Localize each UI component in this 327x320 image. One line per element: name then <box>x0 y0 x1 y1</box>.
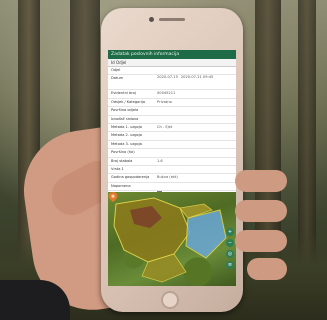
field-value: Bukva (ekt) <box>157 175 178 180</box>
front-camera <box>149 17 154 22</box>
form-row[interactable]: Napomena <box>108 183 236 192</box>
selected-parcel[interactable] <box>185 209 227 259</box>
form-row[interactable]: Izvođač radova <box>108 116 236 124</box>
field-value: Ch - Ejet <box>157 124 173 129</box>
field-value <box>157 149 236 156</box>
zoom-out-icon[interactable]: − <box>226 239 234 247</box>
form-row[interactable]: Površina (ha) <box>108 149 236 158</box>
form-row[interactable]: Metoda 2. uzgoja <box>108 132 236 141</box>
field-value: 1.6 <box>157 158 163 163</box>
field-value <box>157 132 236 139</box>
location-pin-icon[interactable] <box>108 192 118 202</box>
map-parcels <box>113 197 227 283</box>
finger <box>235 230 287 252</box>
form-body: Odjel Datum 2020-07-15 2020-07-21 09:45 E… <box>108 67 236 200</box>
field-label: Evidentni broj <box>111 91 136 96</box>
field-label: Metoda 2. uzgoja <box>111 133 142 138</box>
field-label: Napomena <box>111 183 131 188</box>
form-row[interactable]: Broj stabala 1.6 <box>108 158 236 166</box>
field-value <box>157 67 236 74</box>
field-label: Površina (ha) <box>111 150 135 155</box>
app-title-bar: Zadatak poslovnih informacija <box>108 50 236 59</box>
phone-screen: Zadatak poslovnih informacija Id Odjel O… <box>108 50 236 286</box>
smartphone: Zadatak poslovnih informacija Id Odjel O… <box>101 8 243 312</box>
field-value <box>157 183 236 190</box>
field-value <box>157 166 236 173</box>
field-value: 00045211 <box>157 91 176 96</box>
form-subheader: Id Odjel <box>108 59 236 67</box>
map-view[interactable]: + − ◎ ≡ <box>108 192 236 286</box>
field-value <box>157 107 236 114</box>
field-value <box>157 116 236 123</box>
field-value: Privatno <box>157 99 172 104</box>
form-row[interactable]: Metoda 1. uzgoja Ch - Ejet <box>108 124 236 133</box>
field-label: Vrsta 1 <box>111 166 124 171</box>
field-label: Metoda 1. uzgoja <box>111 124 142 129</box>
form-row[interactable]: Datum 2020-07-15 2020-07-21 09:45 <box>108 75 236 91</box>
zoom-in-icon[interactable]: + <box>226 228 234 236</box>
earpiece-speaker <box>159 18 185 21</box>
field-label: Odjel <box>111 68 121 72</box>
form-row[interactable]: Godina gospodarenja Bukva (ekt) <box>108 174 236 183</box>
form-row[interactable]: Površina odjela <box>108 107 236 116</box>
form-row[interactable]: Odjel <box>108 67 236 76</box>
form-row[interactable]: Metoda 3. uzgoja <box>108 141 236 150</box>
locate-me-icon[interactable]: ◎ <box>226 250 234 258</box>
field-label: Izvođač radova <box>111 116 139 121</box>
field-label: Metoda 3. uzgoja <box>111 141 142 146</box>
form-row[interactable]: Vrsta 1 <box>108 166 236 175</box>
field-label: Površina odjela <box>111 108 139 113</box>
field-label: Datum <box>111 76 124 81</box>
finger <box>235 200 287 222</box>
finger <box>247 258 287 280</box>
field-value <box>157 141 236 148</box>
form-row[interactable]: Evidentni broj 00045211 <box>108 90 236 99</box>
home-button[interactable] <box>161 291 179 309</box>
field-value: 2020-07-15 2020-07-21 09:45 <box>157 75 214 80</box>
form-row[interactable]: Odsjek / Kategorija Privatno <box>108 99 236 108</box>
finger <box>235 170 287 192</box>
layers-icon[interactable]: ≡ <box>226 261 234 269</box>
field-label: Godina gospodarenja <box>111 175 150 180</box>
field-label: Odsjek / Kategorija <box>111 99 146 104</box>
photo-scene: Zadatak poslovnih informacija Id Odjel O… <box>0 0 327 320</box>
field-label: Broj stabala <box>111 158 133 163</box>
